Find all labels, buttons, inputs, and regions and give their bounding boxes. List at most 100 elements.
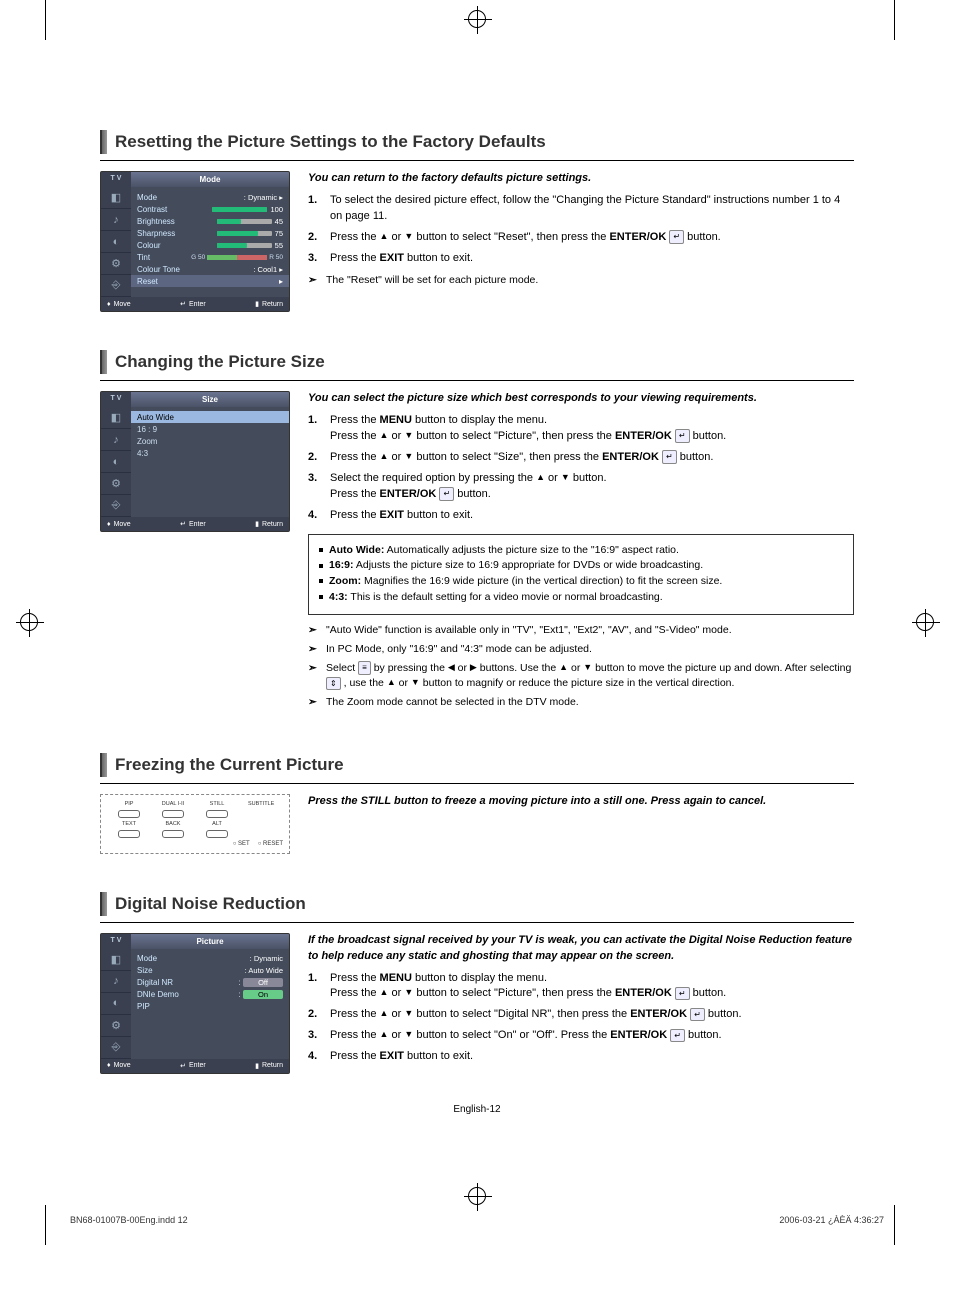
registration-mark xyxy=(468,10,486,28)
remote-button xyxy=(162,810,184,818)
osd-foot-return: ▮ Return xyxy=(255,1062,283,1070)
remote-label: BACK xyxy=(160,821,186,827)
osd-foot-move: ♦ Move xyxy=(107,1062,131,1070)
remote-label: RESET xyxy=(258,841,283,847)
osd-foot-enter: ↵ Enter xyxy=(180,520,206,528)
osd-list-item: 16 : 9 xyxy=(137,423,283,435)
osd-slider: 100 xyxy=(212,205,283,214)
crop-mark xyxy=(894,0,904,40)
step-number: 1. xyxy=(308,193,330,225)
step-number: 3. xyxy=(308,251,330,267)
section-title-reset: Resetting the Picture Settings to the Fa… xyxy=(115,132,546,152)
osd-mode-menu: T V Mode ◧ ♪ ◐ ⚙ ⎆ Mode: Dynamic ▸ Contr… xyxy=(100,171,290,312)
note-text: The Zoom mode cannot be selected in the … xyxy=(326,695,579,710)
registration-mark xyxy=(468,1187,486,1205)
section-intro: Press the STILL button to freeze a movin… xyxy=(308,794,854,810)
osd-sidebar-input-icon: ⎆ xyxy=(101,1037,131,1059)
step-text: Press the ▲ or ▼ button to select "Reset… xyxy=(330,230,854,246)
step-text: Press the MENU button to display the men… xyxy=(330,413,854,445)
page-content: Resetting the Picture Settings to the Fa… xyxy=(0,20,954,1175)
note-arrow-icon: ➣ xyxy=(308,661,326,691)
step-text: Press the ▲ or ▼ button to select "On" o… xyxy=(330,1028,854,1044)
section-rule xyxy=(100,783,854,784)
section-rule xyxy=(100,160,854,161)
step-number: 4. xyxy=(308,508,330,524)
osd-val: : Dynamic xyxy=(250,954,283,963)
osd-slider: 45 xyxy=(217,217,283,226)
crop-mark xyxy=(894,1205,904,1245)
osd-sidebar-input-icon: ⎆ xyxy=(101,275,131,297)
registration-mark xyxy=(20,613,38,631)
osd-foot-return: ▮ Return xyxy=(255,300,283,308)
osd-foot-move: ♦ Move xyxy=(107,300,131,308)
osd-list-item: 4:3 xyxy=(137,447,283,459)
step-text: To select the desired picture effect, fo… xyxy=(330,193,854,225)
osd-row-dnie: DNIe Demo xyxy=(137,990,179,999)
remote-label: ALT xyxy=(204,821,230,827)
osd-corner: T V xyxy=(101,392,131,407)
note-arrow-icon: ➣ xyxy=(308,642,326,657)
remote-button xyxy=(162,830,184,838)
remote-label: TEXT xyxy=(116,821,142,827)
osd-tab: Mode xyxy=(131,172,289,187)
enter-icon: ↵ xyxy=(669,230,684,244)
enter-icon: ↵ xyxy=(439,487,454,501)
osd-row-sharpness: Sharpness xyxy=(137,229,175,238)
note-text: In PC Mode, only "16:9" and "4:3" mode c… xyxy=(326,642,592,657)
remote-label: PIP xyxy=(116,801,142,807)
footer-filename: BN68-01007B-00Eng.indd 12 xyxy=(70,1215,188,1225)
osd-sidebar-sound-icon: ♪ xyxy=(101,429,131,451)
page-number: English-12 xyxy=(100,1104,854,1115)
zoom-move-icon: ≡ xyxy=(358,661,371,675)
note-text: The "Reset" will be set for each picture… xyxy=(326,273,538,288)
step-text: Press the MENU button to display the men… xyxy=(330,971,854,1003)
section-title-size: Changing the Picture Size xyxy=(115,352,325,372)
registration-mark xyxy=(916,613,934,631)
note-text: "Auto Wide" function is available only i… xyxy=(326,623,732,638)
step-text: Press the ▲ or ▼ button to select "Size"… xyxy=(330,450,854,466)
step-number: 1. xyxy=(308,971,330,1003)
remote-label: SUBTITLE xyxy=(248,801,274,807)
def-auto-wide: Automatically adjusts the picture size t… xyxy=(387,544,679,556)
step-text: Press the EXIT button to exit. xyxy=(330,1049,854,1065)
step-text: Press the ▲ or ▼ button to select "Digit… xyxy=(330,1007,854,1023)
def-169: Adjusts the picture size to 16:9 appropr… xyxy=(356,559,703,571)
osd-row-mode: Mode xyxy=(137,193,157,202)
osd-val-mode: : Dynamic ▸ xyxy=(244,193,283,202)
crop-mark xyxy=(45,0,55,40)
osd-sidebar-setup-icon: ⚙ xyxy=(101,253,131,275)
osd-sidebar-channel-icon: ◐ xyxy=(101,993,131,1015)
enter-icon: ↵ xyxy=(690,1008,705,1022)
osd-list-item: Zoom xyxy=(137,435,283,447)
step-text: Press the EXIT button to exit. xyxy=(330,508,854,524)
osd-sidebar-setup-icon: ⚙ xyxy=(101,1015,131,1037)
remote-button xyxy=(118,830,140,838)
step-text: Press the EXIT button to exit. xyxy=(330,251,854,267)
remote-label: DUAL I-II xyxy=(160,801,186,807)
osd-row-tint: Tint xyxy=(137,253,150,262)
note-arrow-icon: ➣ xyxy=(308,623,326,638)
step-number: 2. xyxy=(308,450,330,466)
osd-corner: T V xyxy=(101,934,131,949)
osd-pill: : On xyxy=(239,990,283,999)
section-rule xyxy=(100,380,854,381)
osd-row-pip: PIP xyxy=(137,1002,150,1011)
step-number: 3. xyxy=(308,471,330,503)
step-number: 2. xyxy=(308,1007,330,1023)
osd-list-item: Auto Wide xyxy=(131,411,289,423)
remote-illustration: PIP DUAL I-II STILL SUBTITLE TEXT BACK A… xyxy=(100,794,290,854)
osd-row-colourtone: Colour Tone xyxy=(137,265,180,274)
osd-sidebar-sound-icon: ♪ xyxy=(101,209,131,231)
osd-sidebar-setup-icon: ⚙ xyxy=(101,473,131,495)
enter-icon: ↵ xyxy=(662,450,677,464)
osd-row-size: Size xyxy=(137,966,153,975)
osd-sidebar-picture-icon: ◧ xyxy=(101,187,131,209)
zoom-size-icon: ⇕ xyxy=(326,677,341,691)
osd-val: : Auto Wide xyxy=(245,966,283,975)
remote-button xyxy=(118,810,140,818)
enter-icon: ↵ xyxy=(675,429,690,443)
osd-corner: T V xyxy=(101,172,131,187)
step-text: Select the required option by pressing t… xyxy=(330,471,854,503)
osd-row-mode: Mode xyxy=(137,954,157,963)
footer-timestamp: 2006-03-21 ¿ÀÈÄ 4:36:27 xyxy=(779,1215,884,1225)
